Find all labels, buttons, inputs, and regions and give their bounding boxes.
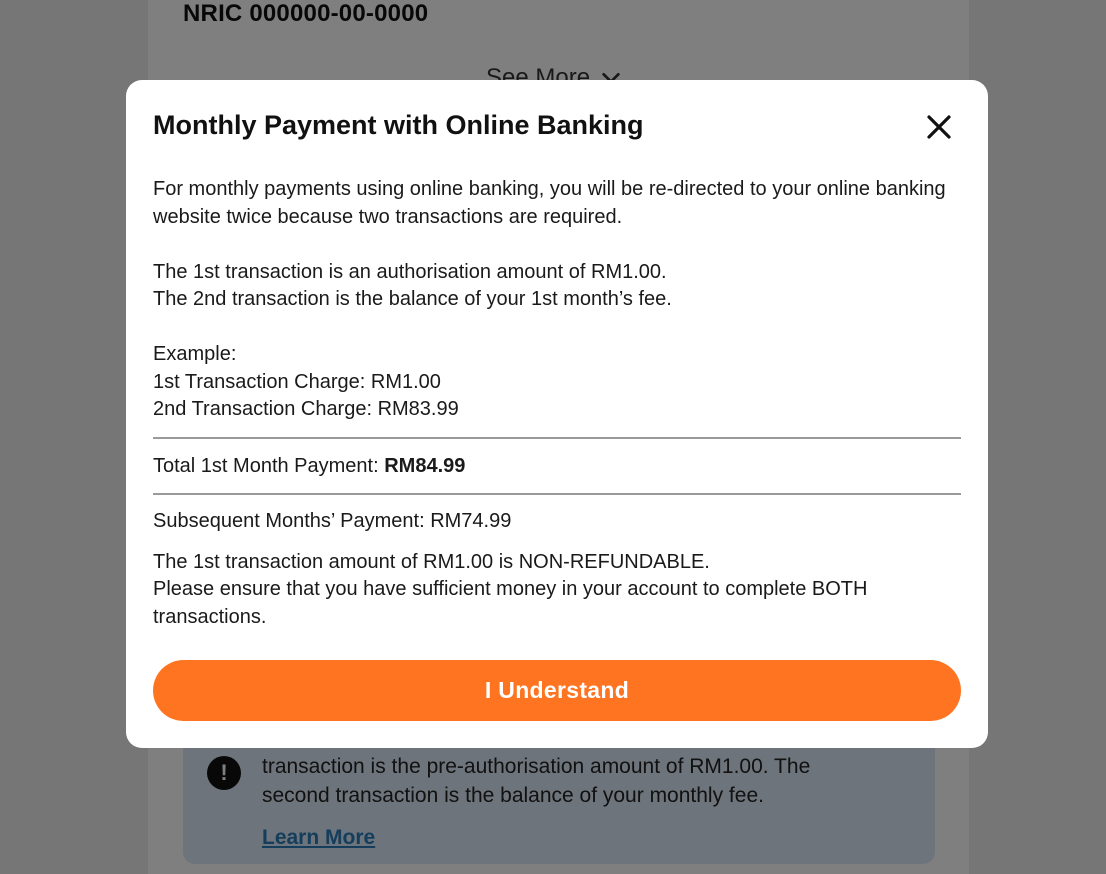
divider — [153, 493, 961, 495]
example-second-charge: 2nd Transaction Charge: RM83.99 — [153, 398, 459, 420]
divider — [153, 436, 961, 439]
modal-title: Monthly Payment with Online Banking — [153, 110, 644, 140]
non-refundable-text: The 1st transaction amount of RM1.00 is … — [153, 550, 710, 573]
modal-body: For monthly payments using online bankin… — [153, 176, 961, 631]
example-label: Example: — [153, 343, 237, 365]
total-label: Total 1st Month Payment: — [153, 454, 385, 477]
first-transaction-text: The 1st transaction is an authorisation … — [153, 260, 667, 283]
total-first-month-row: Total 1st Month Payment: RM84.99 — [153, 453, 961, 481]
example-first-charge: 1st Transaction Charge: RM1.00 — [153, 370, 441, 393]
close-icon[interactable] — [924, 112, 954, 142]
subsequent-payment-text: Subsequent Months’ Payment: RM74.99 — [153, 510, 512, 532]
intro-text: For monthly payments using online bankin… — [153, 178, 946, 228]
payment-info-modal: Monthly Payment with Online Banking For … — [126, 80, 988, 748]
ensure-funds-text: Please ensure that you have sufficient m… — [153, 578, 868, 628]
i-understand-button[interactable]: I Understand — [153, 660, 961, 721]
second-transaction-text: The 2nd transaction is the balance of yo… — [153, 288, 672, 310]
total-value: RM84.99 — [384, 454, 466, 477]
